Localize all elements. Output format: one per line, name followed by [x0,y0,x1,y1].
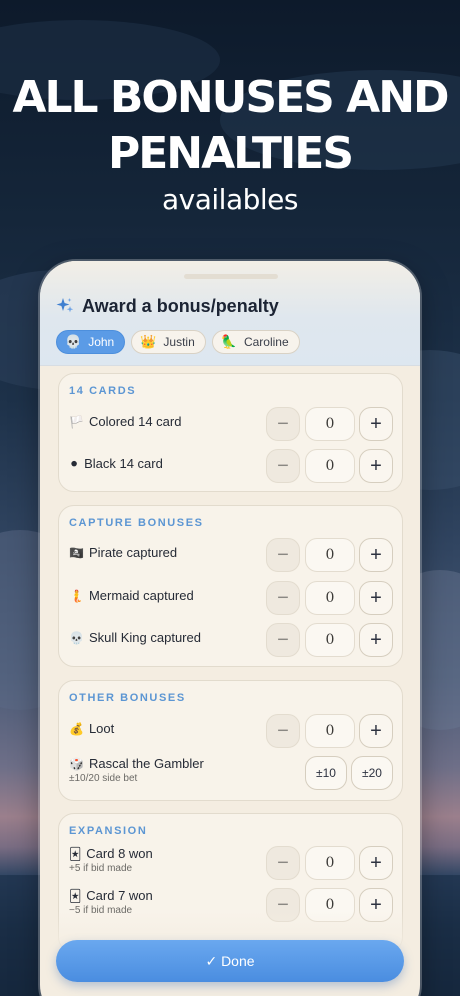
bonus-label: ⚫ Black 14 card [69,456,163,471]
bonus-label: 🏳️ Colored 14 card [69,414,182,429]
decrement-button[interactable]: − [266,449,300,483]
player-chip-john[interactable]: 💀 John [56,330,126,354]
dice-icon: 🎲 [69,757,84,771]
pirate-flag-icon: 🏴‍☠️ [69,546,84,560]
bet-10-button[interactable]: ±10 [305,756,347,790]
section-title: 14 CARDS [69,385,137,397]
sparkle-icon [56,298,74,313]
bonus-label: 💀 Skull King captured [69,630,201,645]
promo-headline-line2: PENALTIES [107,128,354,179]
bonus-note: ±10/20 side bet [69,773,138,784]
decrement-button[interactable]: − [266,407,300,441]
player-selector: 💀 John 👑 Justin 🦜 Caroline [56,330,300,354]
increment-button[interactable]: + [359,714,393,748]
sheet-header: Award a bonus/penalty 💀 John 👑 Justin 🦜 … [40,261,420,366]
player-chip-caroline[interactable]: 🦜 Caroline [211,330,300,354]
skull-icon: 💀 [69,631,84,645]
section-title: EXPANSION [69,825,148,837]
card-icon: 🃏 [69,847,82,861]
bonus-row-card-8: 🃏 Card 8 won +5 if bid made − 0 + [59,845,404,881]
bet-20-button[interactable]: ±20 [351,756,393,790]
section-capture-bonuses: CAPTURE BONUSES 🏴‍☠️ Pirate captured − 0 … [58,505,403,667]
bonus-count: 0 [305,714,355,748]
decrement-button[interactable]: − [266,623,300,657]
decrement-button[interactable]: − [266,714,300,748]
player-chip-label: Caroline [243,335,289,349]
mermaid-icon: 🧜 [69,589,84,603]
increment-button[interactable]: + [359,538,393,572]
bonus-list[interactable]: 14 CARDS 🏳️ Colored 14 card − 0 + ⚫ Black … [40,367,420,953]
phone-screen: Award a bonus/penalty 💀 John 👑 Justin 🦜 … [40,261,420,996]
decrement-button[interactable]: − [266,581,300,615]
increment-button[interactable]: + [359,581,393,615]
skull-icon: 💀 [65,334,82,349]
decrement-button[interactable]: − [266,846,300,880]
crown-icon: 👑 [140,334,157,349]
section-other-bonuses: OTHER BONUSES 💰 Loot − 0 + 🎲 Rascal the Ga… [58,680,403,801]
sheet-title-row: Award a bonus/penalty [56,294,279,318]
player-chip-label: John [88,335,115,349]
increment-button[interactable]: + [359,407,393,441]
bonus-label: 🏴‍☠️ Pirate captured [69,545,178,560]
bonus-count: 0 [305,449,355,483]
done-button[interactable]: ✓ Done [56,940,404,982]
bonus-row-black-14: ⚫ Black 14 card − 0 + [59,448,404,484]
bonus-label: 💰 Loot [69,721,115,736]
promo-subtitle: availables [162,183,298,216]
section-title: OTHER BONUSES [69,692,186,704]
card-icon: 🃏 [69,889,82,903]
decrement-button[interactable]: − [266,538,300,572]
bonus-row-mermaid-captured: 🧜 Mermaid captured − 0 + [59,580,404,616]
increment-button[interactable]: + [359,846,393,880]
bonus-row-rascal-gambler: 🎲 Rascal the Gambler ±10/20 side bet ±10 … [59,755,404,791]
bonus-label: 🎲 Rascal the Gambler [69,756,204,771]
bonus-label: 🧜 Mermaid captured [69,588,194,603]
bonus-row-loot: 💰 Loot − 0 + [59,713,404,749]
bonus-row-skull-king-captured: 💀 Skull King captured − 0 + [59,622,404,658]
bonus-count: 0 [305,538,355,572]
parrot-icon: 🦜 [220,334,237,349]
increment-button[interactable]: + [359,623,393,657]
black-circle-icon: ⚫ [69,457,80,471]
bonus-note: +5 if bid made [69,863,133,874]
section-title: CAPTURE BONUSES [69,517,204,529]
promo-headline-line1: ALL BONUSES AND [12,72,449,123]
section-14-cards: 14 CARDS 🏳️ Colored 14 card − 0 + ⚫ Black … [58,373,403,492]
increment-button[interactable]: + [359,449,393,483]
bonus-count: 0 [305,581,355,615]
sheet-title: Award a bonus/penalty [82,295,279,316]
player-chip-label: Justin [163,335,195,349]
sheet-grabber[interactable] [184,274,278,279]
bonus-count: 0 [305,407,355,441]
bonus-row-colored-14: 🏳️ Colored 14 card − 0 + [59,406,404,442]
bonus-count: 0 [305,846,355,880]
player-chip-justin[interactable]: 👑 Justin [131,330,206,354]
bonus-count: 0 [305,623,355,657]
money-bag-icon: 💰 [69,722,84,736]
bonus-row-pirate-captured: 🏴‍☠️ Pirate captured − 0 + [59,537,404,573]
bonus-label: 🃏 Card 7 won [69,888,153,903]
white-flag-icon: 🏳️ [69,415,84,429]
bonus-label: 🃏 Card 8 won [69,846,153,861]
